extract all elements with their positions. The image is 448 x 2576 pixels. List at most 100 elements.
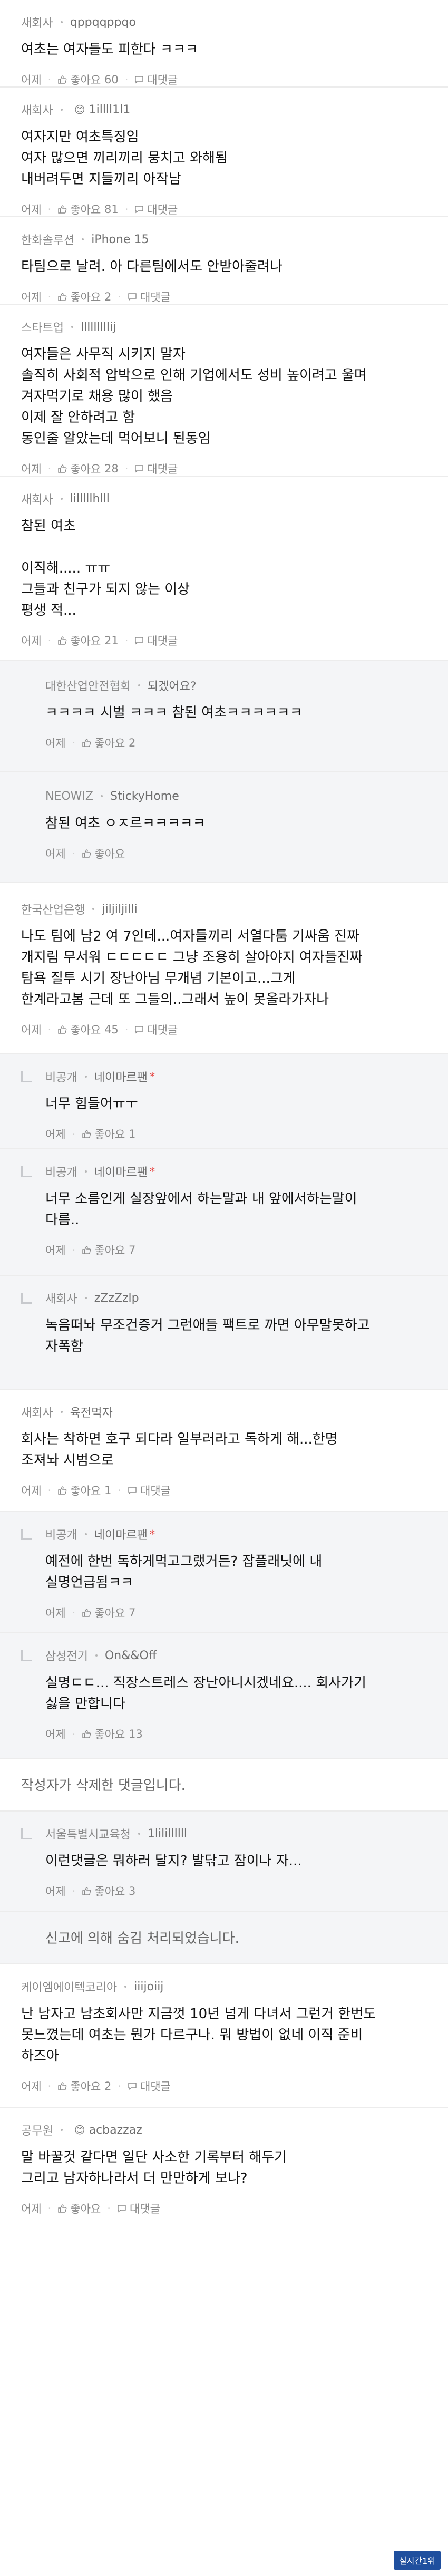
- separator-dot: [71, 326, 73, 328]
- like-button[interactable]: 좋아요 81: [57, 201, 119, 217]
- comment: 새회사 😊 1illll1l1 여자지만 여초특징임 여자 많으면 끼리끼리 뭉치…: [0, 88, 448, 217]
- comment-time: 어제: [21, 2203, 42, 2215]
- like-label: 좋아요: [70, 635, 101, 647]
- like-button[interactable]: 좋아요 60: [57, 72, 119, 88]
- thumbs-up-icon: [82, 1887, 91, 1895]
- company-name: 비공개: [45, 1529, 77, 1542]
- like-count: 81: [104, 203, 119, 216]
- like-count: 7: [128, 1606, 136, 1619]
- separator-dot: [60, 21, 63, 23]
- like-count: 21: [104, 634, 119, 647]
- like-label: 좋아요: [94, 848, 125, 860]
- reply-label: 대댓글: [147, 1024, 178, 1037]
- comment: 케이엠에이텍코리아 iiijoiij 난 남자고 남초회사만 지금껏 10년 넘게…: [0, 1964, 448, 2108]
- reply-label: 대댓글: [147, 463, 178, 476]
- nickname: 되겠어요?: [147, 680, 197, 693]
- like-button[interactable]: 좋아요 3: [82, 1883, 135, 1899]
- speech-bubble-icon: [135, 465, 144, 473]
- speech-bubble-icon: [135, 206, 144, 214]
- like-button[interactable]: 좋아요 2: [82, 735, 135, 751]
- like-count: 7: [128, 1244, 136, 1256]
- company-name: 새회사: [45, 1293, 77, 1306]
- nickname: qppqqppqo: [70, 15, 136, 29]
- reply-button[interactable]: 대댓글: [134, 461, 178, 477]
- nickname: 네이마르팬: [94, 1071, 148, 1084]
- company-name: 새회사: [21, 493, 53, 507]
- like-button[interactable]: 좋아요 28: [57, 461, 119, 477]
- like-button[interactable]: 좋아요 1: [57, 1483, 111, 1498]
- comment-text: 회사는 착하면 호구 되다라 일부러라고 독하게 해...한명 조져놔 시범으로: [21, 1431, 338, 1468]
- like-label: 좋아요: [94, 1728, 125, 1741]
- reply-comment: 서울특별시교육청 1lilillllll 이런댓글은 뭐하러 달지? 발닦고 잠이…: [0, 1812, 448, 1912]
- comment-time: 어제: [21, 204, 42, 216]
- company-name: 한국산업은행: [21, 904, 85, 917]
- company-name: 서울특별시교육청: [45, 1828, 131, 1842]
- separator-dot: [60, 498, 63, 500]
- comment-time: 어제: [21, 1024, 42, 1037]
- speech-bubble-icon: [135, 1026, 144, 1034]
- thumbs-up-icon: [82, 849, 91, 858]
- reply-label: 대댓글: [140, 291, 171, 304]
- thumbs-up-icon: [82, 1730, 91, 1738]
- comment-time: 어제: [21, 291, 42, 304]
- separator-dot: [84, 1297, 87, 1299]
- comment-text: 여자지만 여초특징임 여자 많으면 끼리끼리 뭉치고 와해됨 내버려두면 지들끼…: [21, 129, 228, 187]
- company-name: NEOWIZ: [45, 789, 93, 803]
- like-label: 좋아요: [70, 204, 101, 216]
- like-count: 1: [104, 1484, 112, 1497]
- reply-button[interactable]: 대댓글: [134, 1022, 178, 1038]
- like-label: 좋아요: [70, 2203, 101, 2215]
- like-button[interactable]: 좋아요 2: [57, 2078, 111, 2094]
- like-button[interactable]: 좋아요 45: [57, 1022, 119, 1038]
- speech-bubble-icon: [128, 293, 137, 301]
- reply-button[interactable]: 대댓글: [134, 633, 178, 648]
- like-button[interactable]: 좋아요 13: [82, 1726, 143, 1742]
- thumbs-up-icon: [58, 75, 67, 84]
- reply-button[interactable]: 대댓글: [134, 201, 178, 217]
- reply-button[interactable]: 대댓글: [128, 289, 171, 305]
- reply-label: 대댓글: [129, 2203, 160, 2215]
- comment: 새회사 qppqqppqo 여초는 여자들도 피한다 ㅋㅋㅋ 어제 · 좋아요 60…: [0, 0, 448, 88]
- smile-emoji-icon: 😊: [74, 103, 85, 116]
- company-name: 공무원: [21, 2125, 53, 2138]
- like-button[interactable]: 좋아요: [57, 2201, 101, 2216]
- reply-button[interactable]: 대댓글: [128, 2078, 171, 2094]
- thumbs-up-icon: [58, 636, 67, 645]
- like-button[interactable]: 좋아요 7: [82, 1242, 135, 1258]
- nickname: 육전먹자: [70, 1407, 113, 1420]
- nickname: iPhone 15: [91, 233, 149, 246]
- like-button[interactable]: 좋아요 7: [82, 1605, 135, 1621]
- verified-badge-icon: *: [149, 1070, 155, 1083]
- comment-feed: 새회사 qppqqppqo 여초는 여자들도 피한다 ㅋㅋㅋ 어제 · 좋아요 60…: [0, 0, 448, 2229]
- speech-bubble-icon: [118, 2205, 126, 2213]
- hidden-comment-notice: 신고에 의해 숨김 처리되었습니다.: [0, 1912, 448, 1964]
- comment-time: 어제: [45, 1607, 66, 1620]
- like-button[interactable]: 좋아요: [82, 846, 125, 861]
- company-name: 새회사: [21, 104, 53, 118]
- reply-button[interactable]: 대댓글: [117, 2201, 160, 2216]
- comment-text: 여자들은 사무직 시키지 말자 솔직히 사회적 압박으로 인해 기업에서도 성비…: [21, 346, 367, 447]
- thumbs-up-icon: [82, 739, 91, 747]
- comment-text: 예전에 한번 독하게먹고그랬거든? 잡플래닛에 내 실명언급됨ㅋㅋ: [45, 1554, 323, 1591]
- thumbs-up-icon: [58, 2082, 67, 2090]
- verified-badge-icon: *: [149, 1528, 155, 1541]
- comment: 공무원 😊 acbazzaz 말 바꿀것 같다면 일단 사소한 기록부터 해두기 …: [0, 2108, 448, 2229]
- comment-text: 참된 여초 이직해..... ㅠㅠ 그들과 친구가 되지 않는 이상 평생 적.…: [21, 518, 190, 618]
- comment: 새회사 육전먹자 회사는 착하면 호구 되다라 일부러라고 독하게 해...한명 …: [0, 1390, 448, 1512]
- nickname: lllllllllij: [80, 320, 116, 334]
- reply-button[interactable]: 대댓글: [128, 1483, 171, 1498]
- separator-dot: [84, 1076, 87, 1078]
- comment-time: 어제: [21, 1485, 42, 1497]
- speech-bubble-icon: [128, 2083, 137, 2090]
- like-button[interactable]: 좋아요 21: [57, 633, 119, 648]
- like-label: 좋아요: [70, 1024, 101, 1037]
- like-button[interactable]: 좋아요 2: [57, 289, 111, 305]
- reply-button[interactable]: 대댓글: [134, 72, 178, 88]
- like-count: 2: [104, 2080, 112, 2093]
- comment-text: 실명ㄷㄷ... 직장스트레스 장난아니시겠네요.... 회사가기 싫을 만합니다: [45, 1675, 366, 1712]
- comment-text: ㅋㅋㅋㅋ 시벌 ㅋㅋㅋ 참된 여초ㅋㅋㅋㅋㅋㅋ: [45, 705, 303, 721]
- like-button[interactable]: 좋아요 1: [82, 1126, 135, 1142]
- speech-bubble-icon: [135, 76, 144, 84]
- nickname: On&&Off: [104, 1649, 157, 1662]
- nickname: 네이마르팬: [94, 1529, 148, 1542]
